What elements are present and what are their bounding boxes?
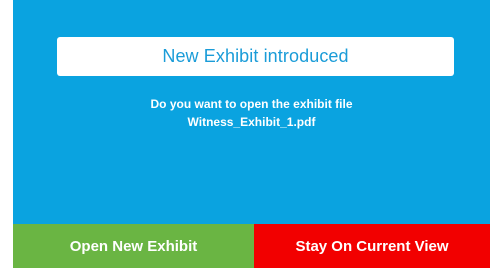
dialog-message-filename: Witness_Exhibit_1.pdf [187,115,316,129]
dialog-actions: Open New Exhibit Stay On Current View [13,224,490,268]
dialog-title: New Exhibit introduced [57,37,454,76]
stay-on-current-view-button[interactable]: Stay On Current View [254,224,490,268]
page: New Exhibit introduced Do you want to op… [0,0,490,268]
dialog-message: Do you want to open the exhibit file Wit… [13,95,490,131]
open-new-exhibit-button[interactable]: Open New Exhibit [13,224,254,268]
dialog-message-prompt: Do you want to open the exhibit file [150,97,353,111]
new-exhibit-dialog: New Exhibit introduced Do you want to op… [13,0,490,268]
